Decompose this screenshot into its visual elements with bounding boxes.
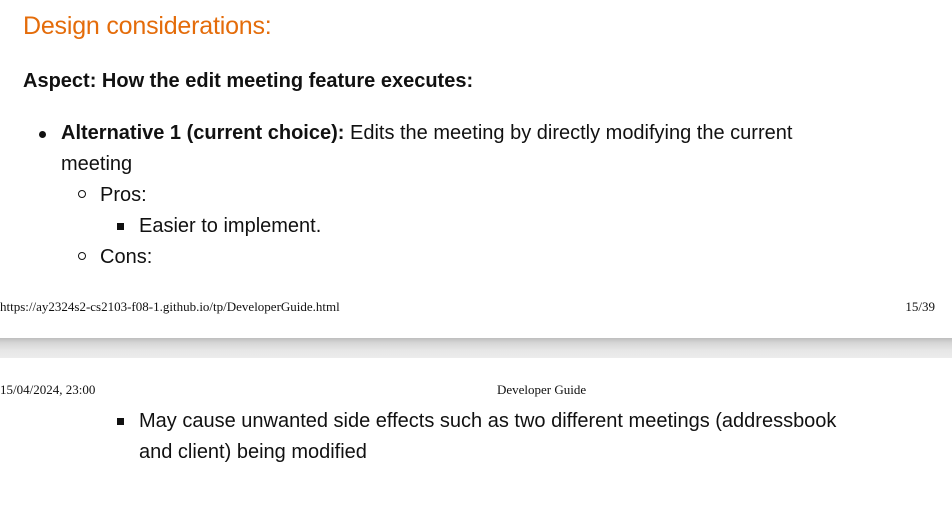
alternative-text-line2: meeting xyxy=(61,153,133,175)
page-separator xyxy=(0,338,952,358)
alternative-text-line1: Edits the meeting by directly modifying … xyxy=(344,122,793,144)
aspect-heading: Aspect: How the edit meeting feature exe… xyxy=(23,70,474,92)
disc-bullet-icon xyxy=(39,131,46,138)
square-bullet-icon xyxy=(117,418,124,425)
alternative-1-item: Alternative 1 (current choice): Edits th… xyxy=(61,118,861,180)
circle-bullet-icon xyxy=(78,190,86,198)
footer-page-number: 15/39 xyxy=(905,299,935,314)
header-date: 15/04/2024, 23:00 xyxy=(0,382,96,397)
circle-bullet-icon xyxy=(78,252,86,260)
header-title: Developer Guide xyxy=(497,382,587,397)
pros-item: Easier to implement. xyxy=(139,215,322,237)
section-heading: Design considerations: xyxy=(23,12,272,40)
pdf-page-15: Design considerations: Aspect: How the e… xyxy=(0,0,952,338)
cons-item-line1: May cause unwanted side effects such as … xyxy=(139,410,837,432)
cons-item-line2: and client) being modified xyxy=(139,441,367,463)
alternative-label: Alternative 1 (current choice): xyxy=(61,122,345,144)
square-bullet-icon xyxy=(117,223,124,230)
footer-url: https://ay2324s2-cs2103-f08-1.github.io/… xyxy=(0,299,340,314)
cons-label: Cons: xyxy=(100,246,153,268)
pros-label: Pros: xyxy=(100,184,147,206)
